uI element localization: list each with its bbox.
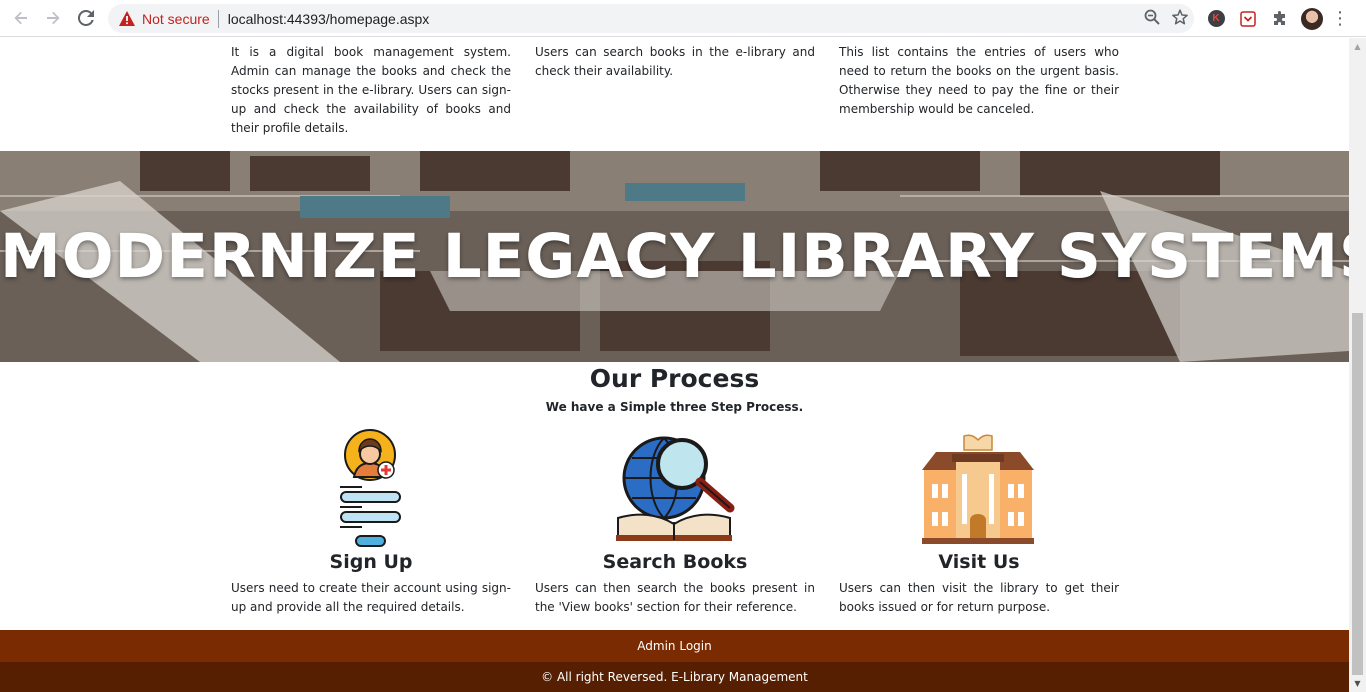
k-extension-icon[interactable]: K: [1204, 7, 1228, 31]
step-title-sign-up: Sign Up: [329, 551, 413, 573]
profile-avatar[interactable]: [1300, 7, 1324, 31]
library-building-icon: [922, 434, 1034, 544]
step-title-visit-us: Visit Us: [938, 551, 1020, 573]
back-arrow-icon[interactable]: [5, 2, 37, 34]
process-title: Our Process: [589, 364, 760, 393]
feature-description-2: Users can search books in the e-library …: [535, 45, 815, 78]
puzzle-extensions-icon[interactable]: [1268, 7, 1292, 31]
warning-icon[interactable]: [118, 10, 136, 28]
scroll-up-arrow-icon[interactable]: ▲: [1349, 38, 1366, 55]
page-content: It is a digital book management system. …: [0, 38, 1349, 692]
not-secure-label[interactable]: Not secure: [142, 11, 210, 27]
footer-links-bar: Admin Login: [0, 630, 1349, 662]
sign-up-icon: [340, 429, 401, 547]
bookmark-star-icon[interactable]: [1172, 8, 1188, 29]
footer-copyright: © All right Reversed. E-Library Manageme…: [0, 662, 1349, 692]
admin-login-link[interactable]: Admin Login: [637, 639, 711, 653]
feature-description-3: This list contains the entries of users …: [839, 45, 1119, 116]
step-desc-sign-up: Users need to create their account using…: [231, 581, 511, 614]
library-banner-image: MODERNIZE LEGACY LIBRARY SYSTEMS: [0, 151, 1349, 362]
zoom-icon[interactable]: [1144, 9, 1160, 29]
address-bar[interactable]: Not secure localhost:44393/homepage.aspx: [108, 4, 1194, 33]
forward-arrow-icon[interactable]: [37, 2, 69, 34]
pocket-extension-icon[interactable]: [1236, 7, 1260, 31]
browser-menu-icon[interactable]: ⋮: [1331, 7, 1349, 31]
scroll-thumb[interactable]: [1352, 313, 1363, 675]
step-title-search-books: Search Books: [602, 551, 748, 573]
omnibox-separator: [217, 9, 219, 28]
feature-description-1: It is a digital book management system. …: [231, 45, 511, 135]
process-subtitle: We have a Simple three Step Process.: [545, 400, 804, 414]
banner-headline: MODERNIZE LEGACY LIBRARY SYSTEMS: [0, 221, 1349, 292]
search-books-icon: [616, 436, 735, 541]
step-desc-visit-us: Users can then visit the library to get …: [839, 581, 1119, 614]
scroll-down-arrow-icon[interactable]: ▼: [1349, 675, 1366, 692]
page-scrollbar[interactable]: ▲ ▼: [1349, 38, 1366, 692]
url-text[interactable]: localhost:44393/homepage.aspx: [228, 11, 430, 27]
step-desc-search-books: Users can then search the books present …: [535, 581, 815, 614]
browser-toolbar: Not secure localhost:44393/homepage.aspx…: [0, 0, 1366, 37]
reload-icon[interactable]: [70, 2, 102, 34]
extensions-area: K ⋮: [1204, 4, 1349, 33]
